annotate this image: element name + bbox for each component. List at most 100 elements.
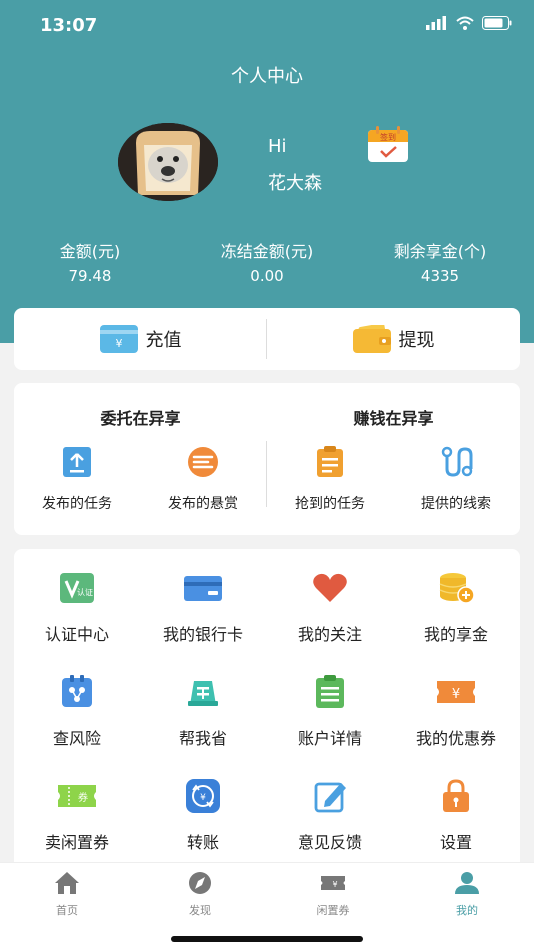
tab-idle-coupons[interactable]: ¥ 闲置券 <box>266 871 400 918</box>
sell-coupon-icon: 券 <box>58 785 96 807</box>
recharge-button[interactable]: ¥ 充值 <box>14 308 267 370</box>
signin-button[interactable]: 签到 <box>366 126 410 164</box>
account-details-icon <box>316 675 344 708</box>
home-icon <box>55 872 79 894</box>
earn-section-title: 赚钱在异享 <box>353 409 434 428</box>
grid-item-credits[interactable]: 我的享金 <box>393 571 519 645</box>
grid-item-settings[interactable]: 设置 <box>393 779 519 853</box>
feedback-icon <box>314 782 346 813</box>
stat-remaining-credits: 剩余享金(个) 4335 <box>350 238 530 285</box>
grid-item-following[interactable]: 我的关注 <box>267 571 393 645</box>
grid-item-label: 设置 <box>439 833 472 852</box>
tab-label: 首页 <box>56 904 78 917</box>
grid-item-account-details[interactable]: 账户详情 <box>267 675 393 749</box>
tab-mine[interactable]: 我的 <box>400 871 534 918</box>
grid-item-save-money[interactable]: 帮我省 <box>140 675 266 749</box>
grid-item-label: 我的优惠券 <box>415 729 496 748</box>
greeting-text: Hi <box>268 136 287 157</box>
grid-item-sell-coupon[interactable]: 券 卖闲置券 <box>14 779 140 853</box>
page-title: 个人中心 <box>231 66 303 87</box>
coupon-yen-text: ¥ <box>452 687 460 702</box>
quick-item-label: 发布的任务 <box>42 496 112 512</box>
stat-value: 0.00 <box>250 267 284 285</box>
tab-label: 闲置券 <box>316 904 350 917</box>
quick-item-label: 抢到的任务 <box>295 496 365 512</box>
recharge-card-icon: ¥ <box>99 325 138 353</box>
status-icons <box>426 16 512 30</box>
wallet-actions-card: ¥ 充值 提现 <box>14 308 520 370</box>
tab-label: 我的 <box>456 904 478 917</box>
bank-card-icon <box>184 576 222 601</box>
grid-item-label: 转账 <box>186 833 219 852</box>
settings-lock-icon <box>443 779 469 812</box>
stat-label: 剩余享金(个) <box>393 242 487 261</box>
coupon-icon: ¥ <box>437 681 475 703</box>
sell-coupon-text: 券 <box>78 791 88 804</box>
calendar-signin-icon: 签到 <box>368 126 408 162</box>
stat-balance: 金额(元) 79.48 <box>0 238 180 285</box>
withdraw-button[interactable]: 提现 <box>267 308 520 370</box>
withdraw-label: 提现 <box>398 330 435 351</box>
heart-icon <box>313 573 347 602</box>
grid-item-label: 我的享金 <box>423 625 488 644</box>
certification-icon: 认证 <box>60 573 94 603</box>
tab-discover[interactable]: 发现 <box>133 871 267 918</box>
quick-item-label: 发布的悬赏 <box>168 496 238 512</box>
grid-item-coupons[interactable]: ¥ 我的优惠券 <box>393 675 519 749</box>
grid-item-bank-card[interactable]: 我的银行卡 <box>140 571 266 645</box>
published-rewards-button[interactable]: 发布的悬赏 <box>140 445 266 513</box>
route-icon <box>441 446 473 477</box>
signin-badge-text: 签到 <box>380 132 396 142</box>
grid-item-risk-check[interactable]: 查风险 <box>14 675 140 749</box>
wallet-icon <box>352 325 391 353</box>
compass-icon <box>189 872 211 894</box>
task-sections-card: 委托在异享 赚钱在异享 发布的任务 发布的悬赏 抢到的任务 提供的线索 <box>14 383 520 535</box>
quick-item-label: 提供的线索 <box>421 496 491 512</box>
stat-value: 79.48 <box>68 267 112 285</box>
grid-item-certification[interactable]: 认证 认证中心 <box>14 571 140 645</box>
grid-item-feedback[interactable]: 意见反馈 <box>267 779 393 853</box>
grabbed-tasks-button[interactable]: 抢到的任务 <box>267 445 393 513</box>
cert-icon-text: 认证 <box>77 587 93 597</box>
status-time: 13:07 <box>40 15 98 36</box>
grid-item-label: 查风险 <box>52 729 101 748</box>
battery-icon <box>482 16 512 30</box>
wifi-icon <box>456 16 474 30</box>
entrust-section-title: 委托在异享 <box>100 409 181 428</box>
stat-label: 冻结金额(元) <box>220 242 314 261</box>
ticket-yen-text: ¥ <box>332 880 337 889</box>
yen-symbol: ¥ <box>115 337 122 350</box>
person-icon <box>455 872 479 894</box>
username: 花大森 <box>268 173 322 194</box>
grid-item-label: 帮我省 <box>178 729 227 748</box>
tab-home[interactable]: 首页 <box>0 871 134 918</box>
stat-frozen: 冻结金额(元) 0.00 <box>177 238 357 285</box>
provided-clues-button[interactable]: 提供的线索 <box>393 445 519 513</box>
grid-item-transfer[interactable]: ¥ 转账 <box>140 779 266 853</box>
signal-icon <box>426 16 446 30</box>
upload-task-icon <box>63 447 91 477</box>
grid-item-label: 账户详情 <box>297 729 362 748</box>
stat-label: 金额(元) <box>59 242 121 261</box>
grid-item-label: 认证中心 <box>44 625 109 644</box>
services-grid-card: 认证 认证中心 我的银行卡 我的关注 我的享金 查风险 帮我省 账户详情 ¥ 我… <box>14 549 520 869</box>
dog-toast-avatar-image <box>118 123 218 201</box>
coins-icon <box>439 573 475 604</box>
transfer-yen-text: ¥ <box>200 793 206 803</box>
save-money-icon <box>188 681 218 706</box>
risk-check-icon <box>62 675 92 707</box>
ticket-icon: ¥ <box>321 876 345 890</box>
status-bar: 13:07 <box>0 0 534 52</box>
reward-icon <box>188 447 218 477</box>
recharge-label: 充值 <box>145 330 182 351</box>
grid-item-label: 我的银行卡 <box>162 625 243 644</box>
stat-value: 4335 <box>420 267 460 285</box>
clipboard-icon <box>317 446 343 477</box>
avatar[interactable] <box>118 123 218 201</box>
published-tasks-button[interactable]: 发布的任务 <box>14 445 140 513</box>
grid-item-label: 卖闲置券 <box>44 833 109 852</box>
transfer-icon: ¥ <box>186 779 220 813</box>
tab-label: 发现 <box>189 904 211 917</box>
grid-item-label: 我的关注 <box>297 625 362 644</box>
grid-item-label: 意见反馈 <box>297 833 362 852</box>
